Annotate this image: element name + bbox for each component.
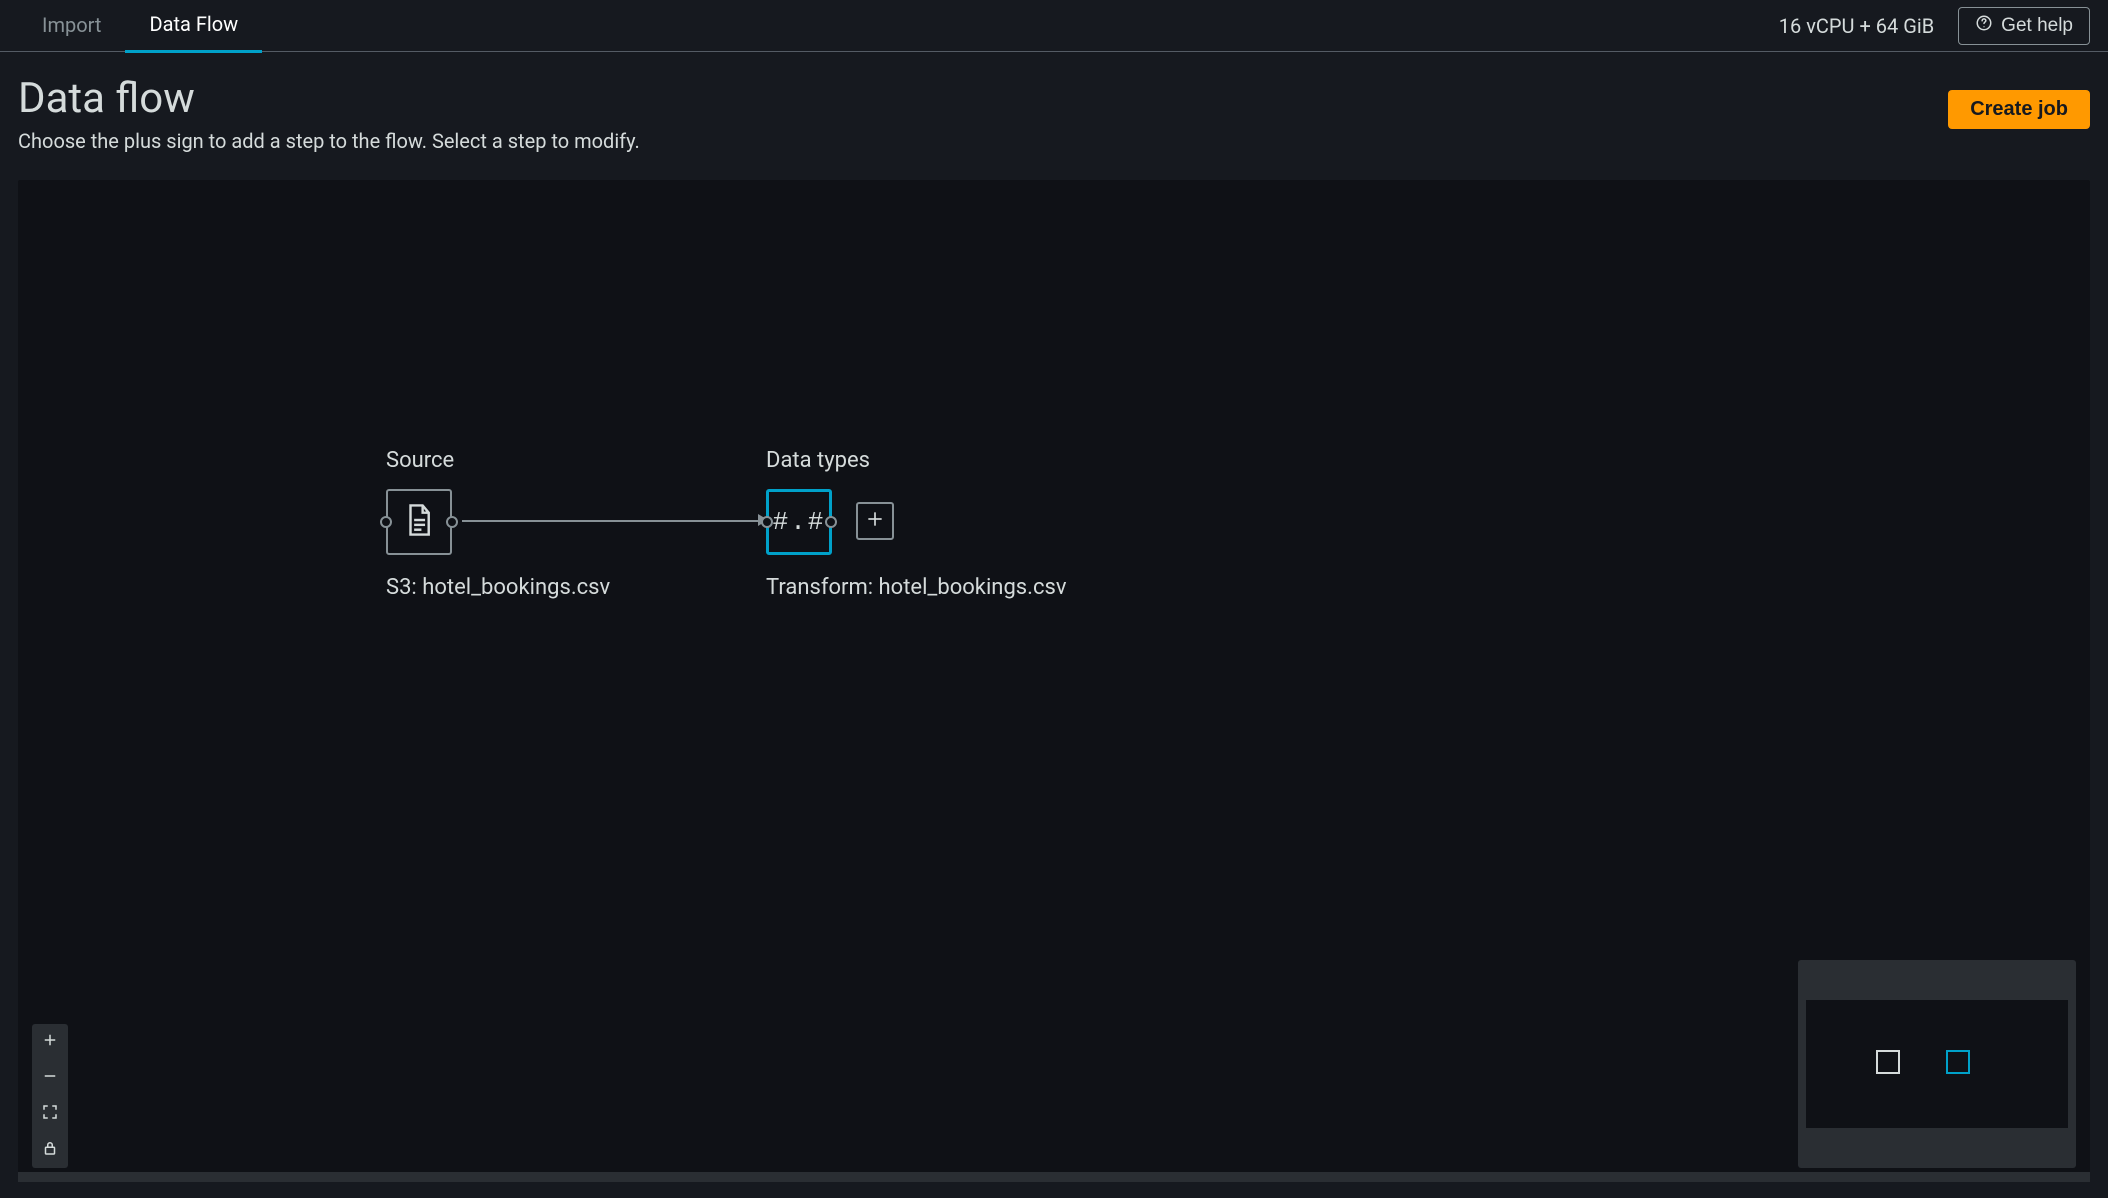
canvas-scrollbar[interactable] xyxy=(18,1172,2090,1182)
node-data-types-bottom-label: Transform: hotel_bookings.csv xyxy=(766,575,1066,600)
zoom-in-button[interactable] xyxy=(32,1024,68,1060)
overview-node-source xyxy=(1876,1050,1900,1074)
tab-data-flow[interactable]: Data Flow xyxy=(125,0,262,53)
node-source-top-label: Source xyxy=(386,448,610,473)
fullscreen-icon xyxy=(41,1102,59,1126)
port-out[interactable] xyxy=(446,516,458,528)
get-help-button[interactable]: Get help xyxy=(1958,7,2090,45)
port-out[interactable] xyxy=(825,516,837,528)
plus-icon xyxy=(41,1030,59,1054)
node-data-types-box[interactable]: #.# xyxy=(766,489,832,555)
create-job-button[interactable]: Create job xyxy=(1948,90,2090,129)
edge-source-to-datatypes[interactable] xyxy=(462,520,760,522)
node-source-box[interactable] xyxy=(386,489,452,555)
lock-view-button[interactable] xyxy=(32,1132,68,1168)
node-source-bottom-label: S3: hotel_bookings.csv xyxy=(386,575,610,600)
node-data-types: Data types #.# Transform: hotel_bookings… xyxy=(766,448,1066,600)
page-header: Data flow Choose the plus sign to add a … xyxy=(0,52,2108,167)
plus-icon xyxy=(865,509,885,534)
overview-viewport[interactable] xyxy=(1806,1000,2068,1128)
port-in[interactable] xyxy=(380,516,392,528)
add-step-button[interactable] xyxy=(856,502,894,540)
overview-minimap[interactable] xyxy=(1798,960,2076,1168)
tab-import[interactable]: Import xyxy=(18,1,125,51)
resources-label: 16 vCPU + 64 GiB xyxy=(1779,14,1934,38)
canvas-wrap: Source S3: hotel_bookings.csv xyxy=(18,180,2090,1182)
overview-node-data-types xyxy=(1946,1050,1970,1074)
file-icon xyxy=(404,503,434,542)
tab-bar: Import Data Flow 16 vCPU + 64 GiB Get he… xyxy=(0,0,2108,52)
page-title: Data flow xyxy=(18,74,1948,123)
page-subtitle: Choose the plus sign to add a step to th… xyxy=(18,129,1948,153)
node-source: Source S3: hotel_bookings.csv xyxy=(386,448,610,600)
help-circle-icon xyxy=(1975,14,1993,38)
zoom-out-button[interactable] xyxy=(32,1060,68,1096)
node-data-types-top-label: Data types xyxy=(766,448,1066,473)
minus-icon xyxy=(41,1066,59,1090)
port-in[interactable] xyxy=(761,516,773,528)
fit-view-button[interactable] xyxy=(32,1096,68,1132)
flow-canvas[interactable]: Source S3: hotel_bookings.csv xyxy=(18,180,2090,1182)
get-help-label: Get help xyxy=(2001,15,2073,37)
zoom-controls xyxy=(32,1024,68,1168)
hash-dot-hash-icon: #.# xyxy=(773,507,826,537)
lock-icon xyxy=(41,1138,59,1162)
